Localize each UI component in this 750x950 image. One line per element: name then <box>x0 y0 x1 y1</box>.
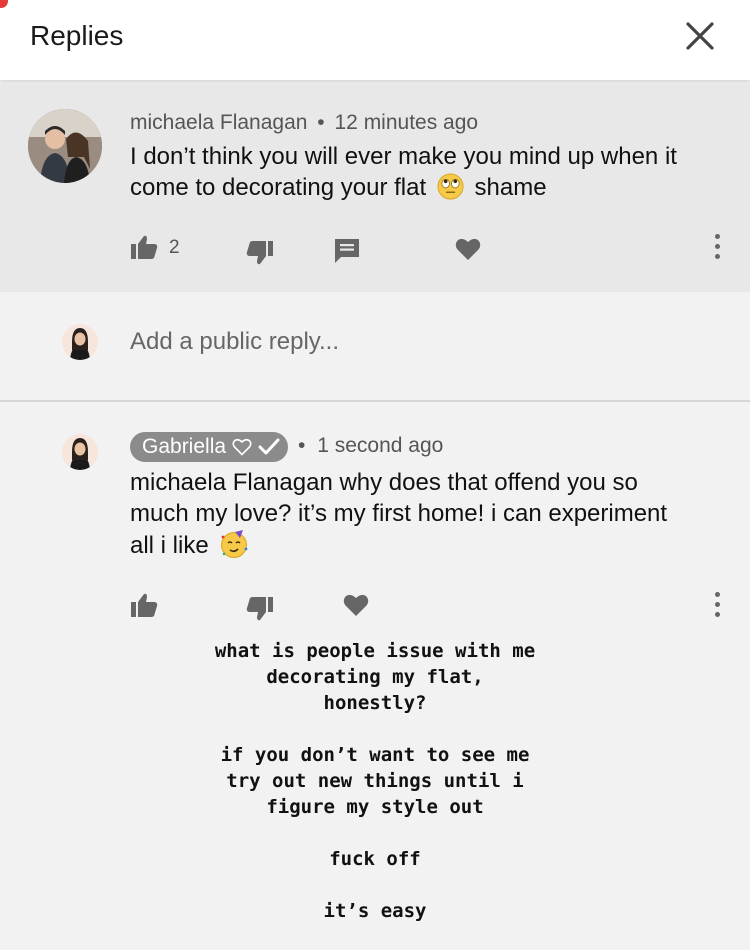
comment-text-line: michaela Flanagan why does that offend y… <box>130 469 638 496</box>
caption-line: figure my style out <box>266 796 484 818</box>
thumbs-down-icon[interactable] <box>246 240 274 266</box>
caption-paragraph: fuck off <box>100 846 650 872</box>
more-options-icon[interactable] <box>713 234 721 262</box>
page-title: Replies <box>30 20 124 51</box>
story-caption: what is people issue with me decorating … <box>100 638 650 950</box>
comment-text-line: come to decorating your flat shame <box>130 172 730 203</box>
meta-separator: • <box>317 111 325 134</box>
caption-paragraph: what is people issue with me decorating … <box>100 638 650 716</box>
heart-icon[interactable] <box>455 237 481 261</box>
avatar-photo <box>28 109 102 183</box>
parent-comment: michaela Flanagan • 12 minutes ago I don… <box>0 84 750 292</box>
caption-line: what is people issue with me <box>214 640 536 662</box>
comment-time: 12 minutes ago <box>334 111 479 134</box>
heart-icon[interactable] <box>343 593 369 617</box>
caption-line: if you don’t want to see me <box>220 744 530 766</box>
avatar-photo <box>62 324 98 360</box>
caption-line: decorating my flat, <box>266 666 484 688</box>
like-count: 2 <box>169 237 180 258</box>
partying-face-emoji-icon <box>221 530 248 558</box>
comment-text-fragment: come to decorating your flat <box>130 174 427 201</box>
caption-line: try out new things until i <box>226 770 524 792</box>
thumbs-up-icon[interactable] <box>130 234 158 260</box>
comment-author: Gabriella <box>142 435 227 458</box>
heart-outline-icon <box>232 438 252 456</box>
close-icon[interactable] <box>684 20 716 52</box>
comment-text-fragment: shame <box>474 174 547 201</box>
caption-paragraph: if you don’t want to see me try out new … <box>100 742 650 820</box>
reply-composer <box>0 292 750 402</box>
avatar <box>62 324 98 360</box>
more-options-icon[interactable] <box>713 592 721 620</box>
replies-header: Replies <box>0 0 750 80</box>
comment-author[interactable]: michaela Flanagan <box>130 111 307 134</box>
reply-icon[interactable] <box>333 237 361 265</box>
comment-text-fragment: all i like <box>130 532 209 559</box>
meta-separator: • <box>298 434 306 457</box>
avatar-photo <box>62 434 98 470</box>
comment-text: I don’t think you will ever make you min… <box>130 141 730 203</box>
reply-comment: Gabriella • 1 second ago michaela Flanag… <box>0 402 750 937</box>
caption-line: it’s easy <box>323 900 427 922</box>
thumbs-down-icon[interactable] <box>246 596 274 622</box>
checkmark-icon <box>258 438 280 455</box>
author-badge[interactable]: Gabriella <box>130 432 289 462</box>
caption-line: fuck off <box>329 848 421 870</box>
comment-meta: michaela Flanagan • 12 minutes ago <box>130 111 478 135</box>
comment-text-line: all i like <box>130 529 730 561</box>
reply-input[interactable] <box>130 328 690 356</box>
comment-meta: • 1 second ago <box>298 434 443 458</box>
notification-dot <box>0 0 8 8</box>
comment-text-line: much my love? it’s my first home! i can … <box>130 500 668 527</box>
rolling-eyes-emoji-icon <box>437 173 464 200</box>
caption-paragraph: it’s easy <box>100 898 650 924</box>
comment-text: michaela Flanagan why does that offend y… <box>130 467 730 561</box>
comment-time: 1 second ago <box>317 434 444 457</box>
avatar[interactable] <box>28 109 102 183</box>
caption-line: honestly? <box>323 692 427 714</box>
comment-text-line: I don’t think you will ever make you min… <box>130 143 677 170</box>
avatar[interactable] <box>62 434 98 470</box>
thumbs-up-icon[interactable] <box>130 592 158 618</box>
